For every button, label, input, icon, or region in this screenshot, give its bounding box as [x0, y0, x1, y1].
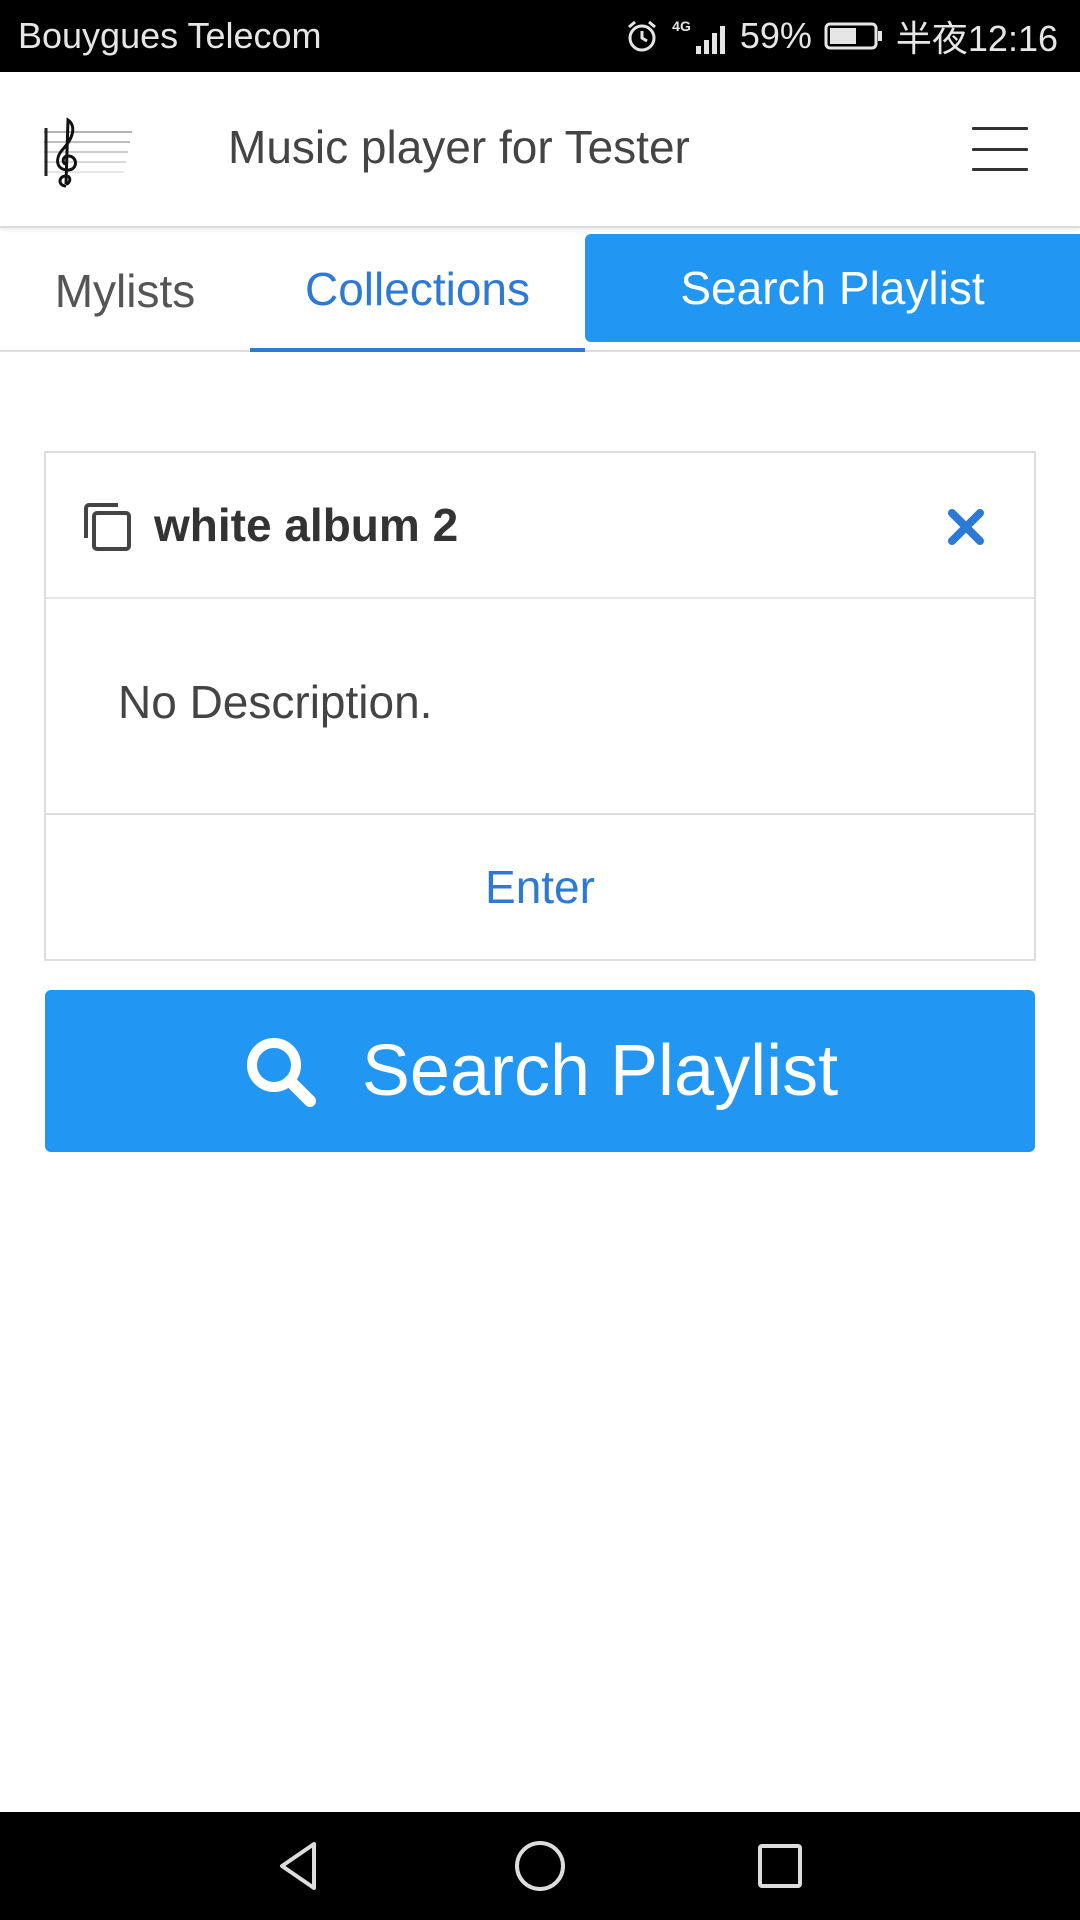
app-header: Music player for Tester: [0, 72, 1080, 228]
carrier-name: Bouygues Telecom: [18, 15, 322, 56]
copy-icon: [80, 500, 134, 554]
menu-bar: [972, 127, 1028, 130]
enter-link[interactable]: Enter: [485, 860, 595, 914]
card-header: white album 2: [46, 453, 1034, 599]
app-title: Music player for Tester: [228, 121, 690, 173]
recent-apps-icon[interactable]: [746, 1832, 814, 1900]
network-type: 4G: [672, 18, 691, 34]
signal-icon: 4G: [672, 18, 728, 54]
card-footer: Enter: [46, 815, 1034, 959]
close-icon[interactable]: [946, 507, 986, 547]
battery-percent: 59%: [739, 15, 812, 56]
tab-collections[interactable]: Collections: [250, 230, 585, 352]
back-icon[interactable]: [266, 1832, 334, 1900]
playlist-card: white album 2 No Description. Enter: [44, 451, 1036, 961]
tab-bar: Mylists Collections Search Playlist: [0, 230, 1080, 352]
alarm-icon: [624, 18, 660, 54]
menu-bar: [972, 147, 1028, 151]
status-indicators: 4G 59% 半夜12:16: [624, 10, 1058, 62]
playlist-description: No Description.: [118, 676, 433, 728]
playlist-title: white album 2: [154, 499, 459, 551]
battery-icon: [824, 21, 884, 51]
search-icon: [242, 1033, 318, 1109]
tab-mylists[interactable]: Mylists: [0, 230, 250, 352]
menu-bar: [972, 168, 1028, 171]
card-body: No Description.: [46, 599, 1034, 815]
system-nav-bar: [0, 1812, 1080, 1920]
home-icon[interactable]: [506, 1832, 574, 1900]
status-bar: Bouygues Telecom 4G 59% 半夜12:16: [0, 0, 1080, 72]
clock: 半夜12:16: [895, 18, 1058, 59]
hamburger-menu-icon[interactable]: [972, 127, 1028, 171]
search-playlist-button[interactable]: Search Playlist: [45, 990, 1035, 1152]
tab-search-playlist[interactable]: Search Playlist: [585, 234, 1080, 342]
search-button-label: Search Playlist: [361, 1031, 839, 1111]
treble-clef-icon: [44, 114, 134, 190]
